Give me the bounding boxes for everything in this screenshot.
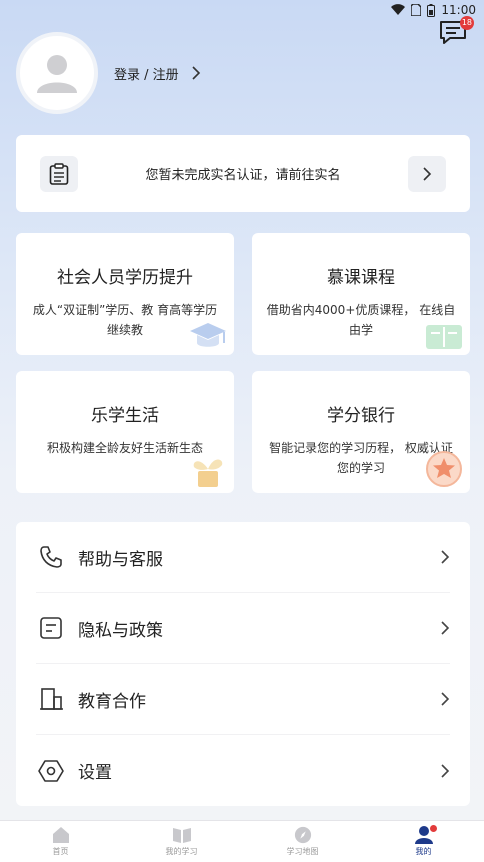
notification-dot [429, 825, 437, 832]
avatar[interactable] [16, 32, 98, 114]
home-icon [52, 827, 69, 843]
tab-mine[interactable]: 我的 [363, 821, 484, 862]
menu-label: 设置 [78, 763, 112, 783]
login-register-link[interactable]: 登录 / 注册 [114, 64, 201, 83]
book-icon [172, 828, 191, 843]
tile-degree-upgrade[interactable]: 社会人员学历提升 成人“双证制”学历、教 育高等学历继续教 [16, 233, 234, 355]
tab-label: 我的学习 [165, 847, 198, 856]
compass-icon [294, 826, 311, 844]
tile-title: 学分银行 [327, 406, 395, 426]
star-badge-icon [426, 451, 462, 487]
plant-pot-icon [193, 459, 223, 487]
menu-label: 教育合作 [78, 691, 146, 712]
login-register-label: 登录 / 注册 [114, 67, 179, 83]
menu-item-privacy[interactable]: 隐私与政策 [36, 593, 450, 664]
chevron-right-icon [441, 550, 450, 564]
tile-title: 社会人员学历提升 [57, 268, 193, 288]
tab-home[interactable]: 首页 [0, 821, 121, 862]
phone-icon [36, 542, 66, 572]
chevron-right-icon [441, 692, 450, 706]
document-icon [36, 613, 66, 643]
menu-item-settings[interactable]: 设置 [36, 735, 450, 806]
tab-label: 学习地图 [286, 847, 319, 856]
chevron-right-icon [423, 166, 432, 181]
settings-menu: 帮助与客服 隐私与政策 教育合作 设置 [16, 522, 470, 806]
bottom-tab-bar: 首页 我的学习 学习地图 我的 [0, 820, 484, 862]
menu-item-cooperation[interactable]: 教育合作 [36, 664, 450, 735]
hexagon-settings-icon [36, 756, 66, 786]
user-silhouette-icon [37, 55, 77, 93]
menu-item-help[interactable]: 帮助与客服 [36, 522, 450, 593]
tile-mooc[interactable]: 慕课课程 借助省内4000+优质课程， 在线自由学 [252, 233, 470, 355]
profile-section: 登录 / 注册 [16, 32, 201, 114]
verify-go-button[interactable] [408, 155, 446, 192]
building-icon [36, 684, 66, 714]
tile-happy-life[interactable]: 乐学生活 积极构建全龄友好生活新生态 [16, 371, 234, 493]
wifi-icon [391, 4, 406, 16]
open-book-icon [426, 325, 462, 349]
tab-my-learning[interactable]: 我的学习 [121, 821, 242, 862]
tab-learning-map[interactable]: 学习地图 [242, 821, 363, 862]
message-badge: 18 [459, 16, 474, 30]
status-time: 11:00 [441, 3, 476, 17]
battery-icon [427, 3, 436, 17]
chevron-right-icon [441, 763, 450, 778]
no-sim-icon [411, 4, 422, 16]
real-name-verify-card[interactable]: 您暂未完成实名认证，请前往实名 [16, 135, 470, 212]
menu-label: 帮助与客服 [78, 549, 163, 570]
tile-credit-bank[interactable]: 学分银行 智能记录您的学习历程， 权威认证您的学习 [252, 371, 470, 493]
graduation-cap-icon [190, 323, 226, 347]
status-bar: 11:00 [0, 0, 484, 20]
chevron-right-icon [441, 621, 450, 635]
menu-label: 隐私与政策 [78, 620, 163, 641]
tile-title: 乐学生活 [91, 406, 159, 426]
verify-message: 您暂未完成实名认证，请前往实名 [145, 168, 341, 183]
tab-label: 首页 [52, 847, 69, 856]
tab-label: 我的 [415, 847, 432, 856]
chevron-right-icon [192, 66, 200, 80]
clipboard-icon [40, 155, 78, 192]
tile-title: 慕课课程 [327, 268, 395, 288]
messages-button[interactable]: 18 [438, 16, 474, 48]
